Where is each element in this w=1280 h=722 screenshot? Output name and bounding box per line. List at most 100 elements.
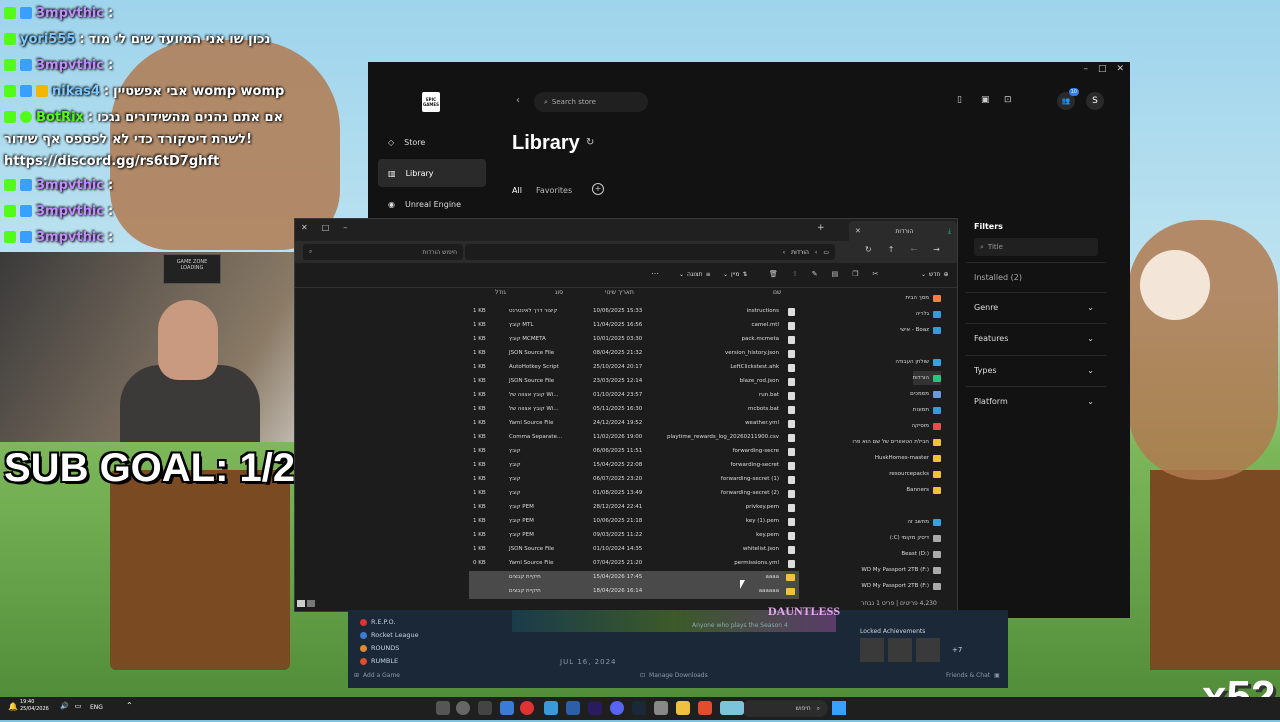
nav-pane-item[interactable]: מחשב זה [907, 515, 941, 529]
nav-pane-item[interactable]: מוסיקה [911, 419, 941, 433]
nav-pane-item[interactable]: resourcepacks [889, 467, 941, 481]
refresh-icon[interactable]: ↻ [586, 137, 594, 148]
tray-overflow-icon[interactable]: ⌃ [126, 701, 133, 710]
gift-icon[interactable]: ▣ [981, 95, 990, 105]
nav-pane-item[interactable]: חבילת הטאוורים של שם הוא פרו [852, 435, 941, 449]
game-list-item[interactable]: Rocket League [360, 631, 419, 639]
file-row[interactable]: blaze_rod.json 23/03/2025 12:14 JSON Sourc… [469, 375, 799, 389]
back-icon[interactable]: ‹ [516, 95, 520, 106]
tab-downloads[interactable]: ✕ הורדות ⤓ [849, 221, 957, 241]
nav-pane-item[interactable]: Banners [906, 483, 941, 497]
app-icon[interactable] [436, 701, 450, 715]
filter-title-input[interactable]: ⌕ Title [974, 238, 1098, 256]
notification-icon[interactable]: 🔔 [8, 702, 18, 711]
app-icon[interactable] [456, 701, 470, 715]
nav-pane-item[interactable]: מסמכים [910, 387, 941, 401]
nav-library[interactable]: ▥ Library [378, 159, 486, 187]
file-explorer-icon[interactable] [676, 701, 690, 715]
nav-pane-item[interactable]: תמונות [913, 403, 941, 417]
forward-icon[interactable]: ← [910, 245, 917, 254]
file-row[interactable]: whitelist.json 01/10/2024 14:35 JSON Sourc… [469, 543, 799, 557]
nav-unreal-engine[interactable]: ◉ Unreal Engine [378, 190, 486, 218]
back-icon[interactable]: → [933, 245, 940, 254]
tab-favorites[interactable]: Favorites [536, 186, 572, 195]
avatar[interactable]: S [1086, 92, 1104, 110]
file-row[interactable]: mcbots.bat 05/11/2025 16:30 קובץ אצווה של … [469, 403, 799, 417]
file-row[interactable]: permissions.yml 07/04/2025 21:20 Yaml Sour… [469, 557, 799, 571]
wishlist-icon[interactable]: ▯ [957, 95, 962, 105]
cut-icon[interactable]: ✂ [873, 270, 879, 278]
file-row[interactable]: key.pem 09/03/2025 11:22 קובץ PEM 1 KB [469, 529, 799, 543]
achievement-icon[interactable] [888, 638, 912, 662]
close-icon[interactable]: ✕ [1116, 64, 1124, 74]
sort-button[interactable]: ⌄ מיין ⇅ [723, 271, 747, 278]
refresh-icon[interactable]: ↻ [865, 245, 872, 254]
game-list-item[interactable]: R.E.P.O. [360, 618, 395, 626]
achievements-more[interactable]: +7 [952, 646, 962, 654]
file-row[interactable]: forwarding-secret 15/04/2025 22:08 קובץ 1 K… [469, 459, 799, 473]
file-row[interactable]: pack.mcmeta 10/01/2025 03:30 קובץ MCMETA 1 … [469, 333, 799, 347]
filter-features[interactable]: Features ⌄ [966, 323, 1106, 353]
column-size[interactable]: גודל [495, 289, 506, 296]
file-row[interactable]: playtime_rewards_log_20260211900.csv 11/0… [469, 431, 799, 445]
app-icon[interactable] [544, 701, 558, 715]
file-row[interactable]: instructions 10/06/2025 15:33 קיצור דרך לא… [469, 305, 799, 319]
nav-store[interactable]: ◇ Store [378, 128, 486, 156]
folder-row[interactable]: aaaaaa 18/04/2026 16:14 תיקיית קבצים [469, 585, 799, 599]
nav-pane-item[interactable]: מסך הבית [905, 291, 941, 305]
up-icon[interactable]: ↑ [888, 245, 895, 254]
address-bar[interactable]: ‹ הורדות ‹ ▭ [465, 244, 835, 260]
tab-all[interactable]: All [512, 186, 522, 195]
language-indicator[interactable]: ENG [90, 704, 103, 711]
achievement-icon[interactable] [860, 638, 884, 662]
search-downloads-input[interactable]: ⌕ חיפוש הורדות [303, 244, 463, 260]
filter-types[interactable]: Types ⌄ [966, 355, 1106, 385]
clock[interactable]: 19:40 25/04/2026 [20, 699, 49, 713]
app-icon[interactable] [720, 701, 744, 715]
file-row[interactable]: version_history.json 08/04/2025 21:32 JSON… [469, 347, 799, 361]
game-list-item[interactable]: RUMBLE [360, 657, 398, 665]
new-tab-button[interactable]: + [817, 223, 825, 233]
copy-icon[interactable]: ❐ [852, 270, 858, 278]
minimize-icon[interactable]: – [343, 223, 347, 232]
game-list-item[interactable]: ROUNDS [360, 644, 399, 652]
file-row[interactable]: key (1).pem 10/06/2025 21:18 קובץ PEM 1 KB [469, 515, 799, 529]
view-button[interactable]: ⌄ תצוגה ≡ [679, 271, 711, 278]
nav-pane-item[interactable]: שולחן העבודה [895, 355, 941, 369]
filter-installed[interactable]: Installed (2) [966, 262, 1106, 292]
file-row[interactable]: LeftClickstest.ahk 25/10/2024 20:17 AutoHo… [469, 361, 799, 375]
file-row[interactable]: weather.yml 24/12/2024 19:52 Yaml Source F… [469, 417, 799, 431]
column-type[interactable]: סוג [555, 289, 563, 296]
cart-icon[interactable]: ⊡ [1004, 95, 1012, 105]
manage-downloads-button[interactable]: ⊡ Manage Downloads [640, 672, 708, 679]
minimize-icon[interactable]: – [1083, 64, 1088, 74]
close-icon[interactable]: ✕ [301, 223, 308, 232]
steam-icon[interactable] [632, 701, 646, 715]
new-button[interactable]: ⌄ חדש ⊕ [921, 271, 949, 278]
column-name[interactable]: שם [773, 289, 781, 296]
nav-pane-item[interactable]: הורדות [912, 371, 941, 385]
maximize-icon[interactable]: □ [322, 223, 330, 232]
column-date[interactable]: תאריך שינוי [605, 289, 634, 296]
file-row[interactable]: privkey.pem 28/12/2024 22:41 קובץ PEM 1 KB [469, 501, 799, 515]
windows-start-icon[interactable] [832, 701, 846, 715]
add-collection-icon[interactable]: + [592, 183, 604, 195]
brave-icon[interactable] [698, 701, 712, 715]
more-icon[interactable]: ⋯ [651, 269, 659, 278]
file-row[interactable]: forwarding-secret (2) 01/08/2025 13:49 קוב… [469, 487, 799, 501]
achievement-icon[interactable] [916, 638, 940, 662]
nav-pane-item[interactable]: גלריה [916, 307, 941, 321]
close-tab-icon[interactable]: ✕ [855, 227, 861, 235]
nav-pane-item[interactable]: WD My Passport 2TB (F:) [861, 579, 941, 593]
terminal-icon[interactable] [478, 701, 492, 715]
premiere-icon[interactable] [588, 701, 602, 715]
filter-platform[interactable]: Platform ⌄ [966, 386, 1106, 416]
file-row[interactable]: forwarding-secret (1) 06/07/2025 23:20 קוב… [469, 473, 799, 487]
chat-link[interactable]: https://discord.gg/rs6tD7ghft [4, 154, 219, 169]
obs-icon[interactable] [520, 701, 534, 715]
app-icon[interactable] [654, 701, 668, 715]
maximize-icon[interactable]: □ [1098, 64, 1107, 74]
network-icon[interactable]: ▭ [75, 702, 82, 710]
nav-pane-item[interactable]: HuskHomes-master [875, 451, 941, 465]
file-row[interactable]: forwarding-secre 06/06/2025 11:51 קובץ 1 KB [469, 445, 799, 459]
